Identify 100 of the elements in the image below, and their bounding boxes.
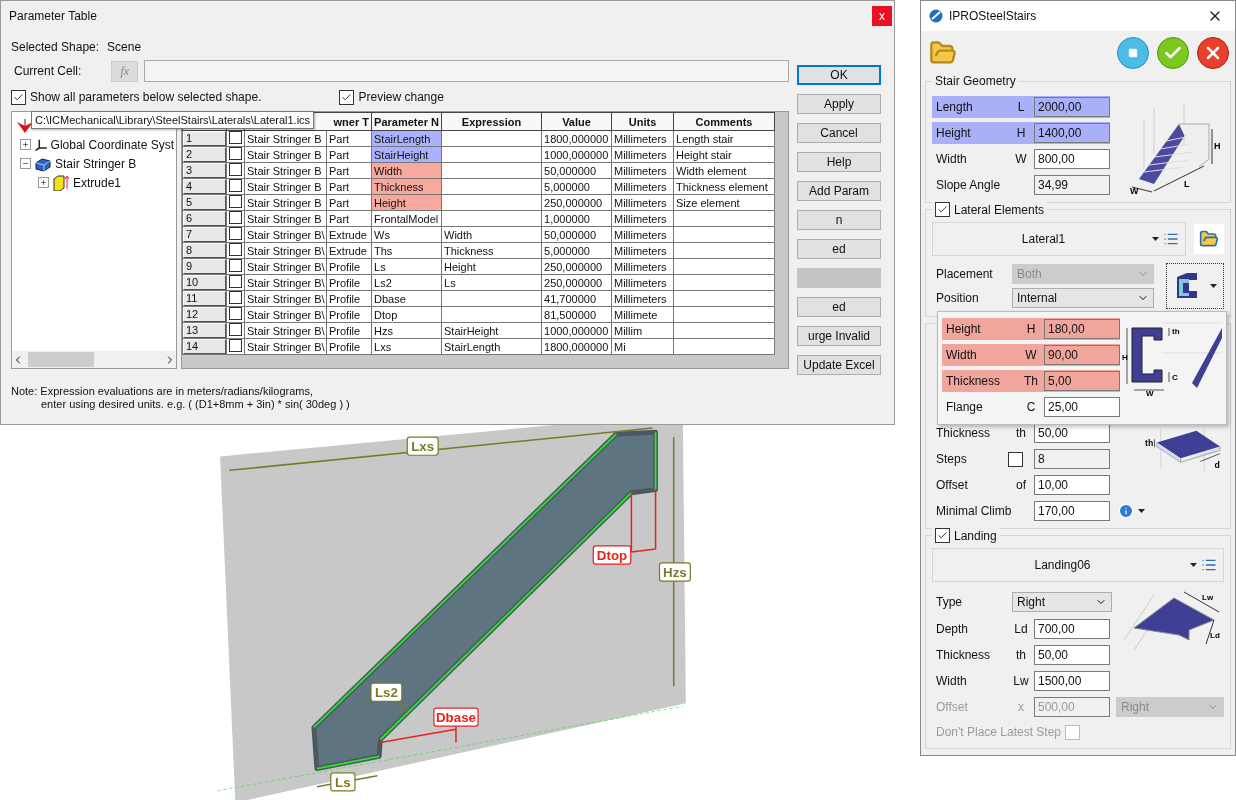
tree-item[interactable]: Global Coordinate Syst	[50, 137, 174, 152]
checkbox-label: Preview change	[358, 90, 444, 104]
input-field[interactable]: 700,00	[1034, 619, 1110, 639]
input-field[interactable]: 34,99	[1034, 175, 1110, 195]
input-field[interactable]: 8	[1034, 449, 1110, 469]
list-icon[interactable]	[1201, 557, 1217, 573]
checkbox[interactable]	[339, 89, 355, 105]
input-field[interactable]: 25,00	[1044, 397, 1120, 417]
profile-button[interactable]	[1166, 263, 1224, 309]
input-field[interactable]: 1500,00	[1034, 671, 1110, 691]
confirm-button[interactable]	[1157, 37, 1189, 69]
input-field[interactable]	[144, 60, 789, 82]
input-field[interactable]: 170,00	[1034, 501, 1110, 521]
input-field[interactable]: 180,00	[1044, 319, 1120, 339]
step-drawing: th d	[1145, 422, 1224, 482]
input-field[interactable]: 50,00	[1034, 423, 1110, 443]
dialog-button[interactable]: OK	[797, 65, 881, 85]
input-field[interactable]: 50,00	[1034, 645, 1110, 665]
checkbox[interactable]	[935, 202, 950, 217]
field-label: Thickness	[936, 648, 992, 662]
dialog-button[interactable]: urge Invalid	[797, 326, 881, 346]
checkbox[interactable]	[229, 211, 242, 224]
row-header[interactable]: 5	[183, 195, 226, 210]
open-file-button[interactable]	[1194, 224, 1224, 254]
column-header[interactable]: Units	[611, 112, 674, 131]
checkbox[interactable]	[935, 528, 950, 543]
dropdown[interactable]: Internal	[1012, 288, 1154, 308]
symbol-label: H	[1015, 126, 1027, 140]
close-button[interactable]: x	[872, 6, 892, 26]
dialog-button[interactable]: Apply	[797, 94, 881, 114]
row-header[interactable]: 2	[183, 147, 226, 162]
checkbox[interactable]	[229, 307, 242, 320]
input-field[interactable]: 2000,00	[1034, 97, 1110, 117]
row-header[interactable]: 10	[183, 275, 226, 290]
checkbox[interactable]	[229, 339, 242, 352]
dialog-button[interactable]: Cancel	[797, 123, 881, 143]
field-label: Height	[946, 322, 982, 336]
tree-item[interactable]: Stair Stringer B	[55, 156, 137, 171]
row-header[interactable]: 13	[183, 323, 226, 338]
checkbox[interactable]	[229, 227, 242, 240]
row-header[interactable]: 6	[183, 211, 226, 226]
checkbox[interactable]	[229, 323, 242, 336]
column-header[interactable]: Value	[541, 112, 612, 131]
checkbox[interactable]	[11, 89, 26, 105]
window-title: Parameter Table	[9, 9, 97, 23]
checkbox[interactable]	[1008, 451, 1023, 467]
checkbox[interactable]	[229, 275, 242, 288]
input-field[interactable]: 1400,00	[1034, 123, 1110, 143]
input-field[interactable]: 90,00	[1044, 345, 1120, 365]
checkbox[interactable]	[229, 179, 242, 192]
dialog-button[interactable]: Update Excel	[797, 355, 881, 375]
row-header[interactable]: 3	[183, 163, 226, 178]
checkbox[interactable]	[229, 131, 242, 144]
input-field[interactable]: 5,00	[1044, 371, 1120, 391]
checkbox[interactable]	[229, 291, 242, 304]
stop-button[interactable]	[1117, 37, 1149, 69]
symbol-label: L	[1016, 100, 1026, 114]
row-header[interactable]: 12	[183, 307, 226, 322]
dialog-button[interactable]: ed	[797, 239, 881, 259]
checkbox[interactable]	[229, 195, 242, 208]
dialog-button[interactable]: Add Param	[797, 181, 881, 201]
scrollbar-thumb[interactable]	[28, 352, 94, 367]
checkbox[interactable]	[229, 243, 242, 256]
expander[interactable]	[38, 177, 49, 188]
row-header[interactable]: 14	[183, 339, 226, 354]
selected-shape-label: Selected Shape:	[11, 40, 100, 54]
field-label: Placement	[935, 267, 994, 281]
dropdown[interactable]: Right	[1012, 592, 1112, 612]
cancel-button[interactable]	[1197, 37, 1229, 69]
dialog-button[interactable]: n	[797, 210, 881, 230]
row-header[interactable]: 4	[183, 179, 226, 194]
field-label: Slope Angle	[936, 178, 1002, 192]
dialog-button[interactable]: Help	[797, 152, 881, 172]
checkbox[interactable]	[229, 147, 242, 160]
note-text: Note: Expression evaluations are in meters/radians/kilograms,	[11, 385, 315, 398]
input-field[interactable]: 10,00	[1034, 475, 1110, 495]
checkbox[interactable]	[229, 259, 242, 272]
expander[interactable]	[20, 158, 31, 169]
column-header[interactable]: Expression	[441, 112, 542, 131]
checkbox[interactable]	[229, 163, 242, 176]
input-field[interactable]: 800,00	[1034, 149, 1110, 169]
dialog-button[interactable]: ed	[797, 297, 881, 317]
list-icon[interactable]	[1163, 231, 1179, 247]
preset-selector[interactable]: Lateral1	[932, 222, 1186, 256]
row-header[interactable]: 8	[183, 243, 226, 258]
tree-item[interactable]: Extrude1	[73, 175, 122, 190]
symbol-label: th	[1015, 426, 1027, 440]
symbol-label: Ld	[1013, 622, 1029, 636]
dimension-label: Dtop	[592, 488, 657, 565]
expander[interactable]	[20, 139, 31, 150]
dimension-label: Hzs	[658, 436, 691, 688]
column-header[interactable]: Parameter N	[371, 112, 442, 131]
column-header[interactable]: Comments	[673, 112, 775, 131]
check-icon	[937, 530, 948, 541]
preset-selector[interactable]: Landing06	[932, 548, 1224, 582]
row-header[interactable]: 7	[183, 227, 226, 242]
info-icon[interactable]	[1118, 503, 1134, 519]
row-header[interactable]: 11	[183, 291, 226, 306]
row-header[interactable]: 1	[183, 131, 226, 146]
row-header[interactable]: 9	[183, 259, 226, 274]
